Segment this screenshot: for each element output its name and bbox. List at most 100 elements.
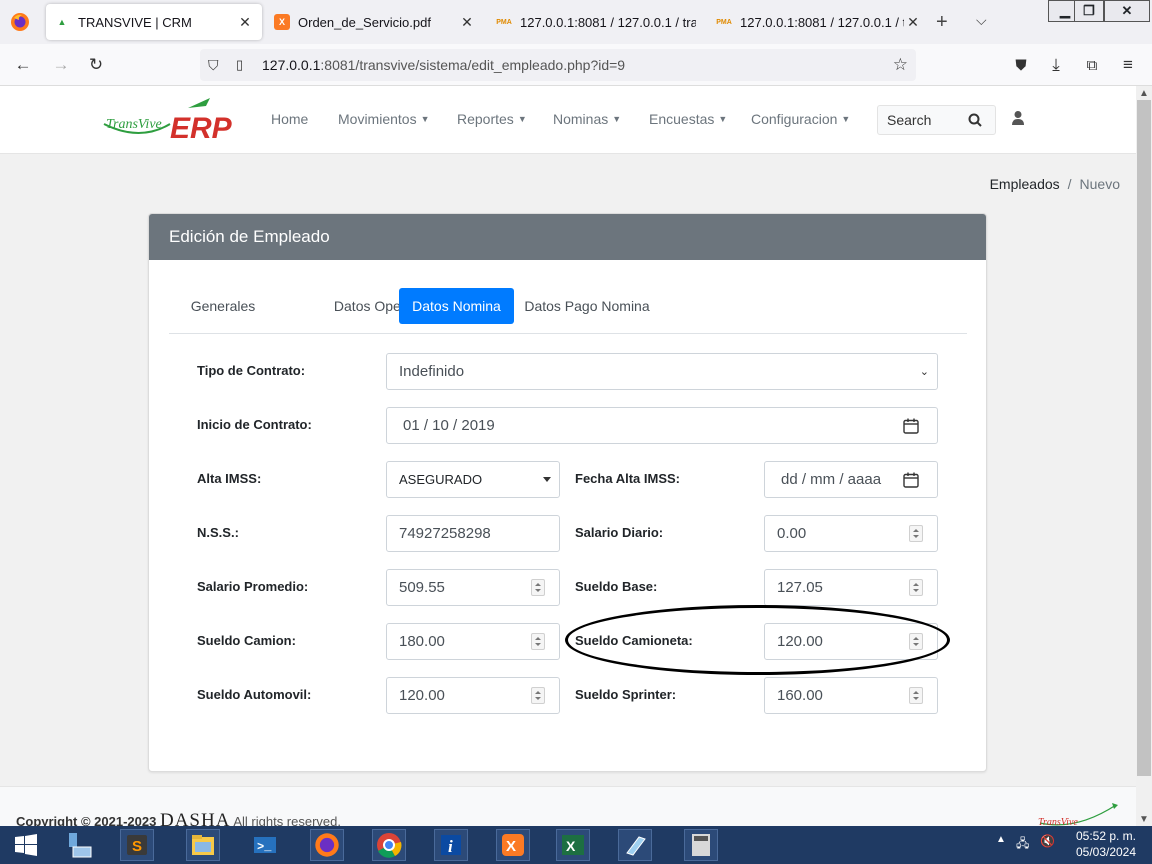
calendar-icon[interactable] — [903, 472, 919, 488]
network-tray-icon[interactable]: 🖧 — [1016, 834, 1029, 855]
network-computer-icon[interactable] — [62, 829, 96, 861]
restore-window-button[interactable]: ❐ — [1074, 0, 1104, 22]
label-inicio-contrato: Inicio de Contrato: — [197, 417, 312, 432]
tab-datos-pago-nomina[interactable]: Datos Pago Nomina — [522, 288, 652, 324]
footer-copyright: Copyright © 2021-2023 DASHA All rights r… — [16, 810, 341, 826]
dasha-brand-logo: DASHA — [159, 810, 231, 826]
menu-home[interactable]: Home — [271, 111, 308, 127]
sublime-text-icon[interactable]: S — [120, 829, 154, 861]
user-icon[interactable] — [1011, 110, 1025, 126]
tipo-contrato-select[interactable]: Indefinido ⌄ — [386, 353, 938, 390]
tab-generales[interactable]: Generales — [169, 288, 277, 324]
page-scrollbar[interactable]: ▲ ▼ — [1136, 86, 1152, 826]
search-icon[interactable] — [964, 113, 986, 127]
fecha-alta-imss-date-input[interactable]: dd / mm / aaaa — [764, 461, 938, 498]
menu-encuestas[interactable]: Encuestas ▼ — [649, 111, 727, 127]
tab-datos-nomina[interactable]: Datos Nomina — [399, 288, 514, 324]
firefox-menu-icon[interactable] — [8, 10, 32, 34]
close-tab-icon[interactable]: ✕ — [458, 14, 476, 31]
menu-movimientos[interactable]: Movimientos ▼ — [338, 111, 430, 127]
browser-tab-phpmyadmin-2[interactable]: PMA 127.0.0.1:8081 / 127.0.0.1 / tran ✕ — [708, 4, 930, 40]
firefox-taskbar-icon[interactable] — [310, 829, 344, 861]
clock-date: 05/03/2024 — [1075, 845, 1137, 859]
label-salario-promedio: Salario Promedio: — [197, 579, 309, 594]
menu-reportes[interactable]: Reportes ▼ — [457, 111, 527, 127]
browser-tab-pdf[interactable]: X Orden_de_Servicio.pdf ✕ — [266, 4, 484, 40]
menu-configuracion[interactable]: Configuracion ▼ — [751, 111, 850, 127]
clock-time: 05:52 p. m. — [1075, 829, 1137, 843]
powershell-icon[interactable]: >_ — [248, 829, 282, 861]
number-spinner-icon[interactable] — [909, 687, 923, 704]
number-spinner-icon[interactable] — [909, 525, 923, 542]
browser-tab-transvive[interactable]: ▲ TRANSVIVE | CRM ✕ — [46, 4, 262, 40]
forward-arrow-icon[interactable]: → — [50, 54, 72, 76]
info-app-icon[interactable]: i — [434, 829, 468, 861]
close-tab-icon[interactable]: ✕ — [904, 14, 922, 31]
search-input[interactable] — [878, 112, 964, 128]
list-tabs-chevron-icon[interactable]: ⌵ — [976, 12, 987, 29]
shield-icon[interactable]: ⛉ — [208, 57, 226, 74]
windows-start-icon[interactable] — [6, 829, 46, 861]
breadcrumb-current: Nuevo — [1079, 176, 1120, 192]
system-clock[interactable]: 05:52 p. m. 05/03/2024 — [1066, 828, 1146, 860]
back-arrow-icon[interactable]: ← — [12, 54, 34, 76]
browser-tab-phpmyadmin-1[interactable]: PMA 127.0.0.1:8081 / 127.0.0.1 / tran — [488, 4, 704, 40]
new-tab-icon[interactable]: + — [936, 11, 948, 34]
tab-label: Generales — [190, 298, 256, 314]
chrome-icon[interactable] — [372, 829, 406, 861]
sueldo-sprinter-value: 160.00 — [777, 687, 823, 704]
address-bar[interactable]: ⛉ ▯ 127.0.0.1:8081/transvive/sistema/edi… — [200, 49, 916, 81]
label-tipo-contrato: Tipo de Contrato: — [197, 363, 306, 378]
browser-tab-title: Orden_de_Servicio.pdf — [298, 14, 431, 30]
extensions-icon[interactable]: ⧉ — [1081, 54, 1103, 76]
salario-promedio-input[interactable]: 509.55 — [386, 569, 560, 606]
excel-icon[interactable]: X — [556, 829, 590, 861]
calculator-icon[interactable] — [684, 829, 718, 861]
alta-imss-select[interactable]: ASEGURADO — [386, 461, 560, 498]
svg-text:S: S — [132, 838, 142, 855]
sueldo-sprinter-input[interactable]: 160.00 — [764, 677, 938, 714]
file-explorer-icon[interactable] — [186, 829, 220, 861]
number-spinner-icon[interactable] — [531, 633, 545, 650]
bookmark-star-icon[interactable]: ☆ — [893, 55, 908, 75]
url-text[interactable]: 127.0.0.1:8081/transvive/sistema/edit_em… — [262, 57, 625, 73]
xampp-icon[interactable]: X — [496, 829, 530, 861]
scroll-up-arrow-icon[interactable]: ▲ — [1136, 86, 1152, 100]
scrollbar-thumb[interactable] — [1137, 100, 1151, 776]
inicio-contrato-date-input[interactable]: 01 / 10 / 2019 — [386, 407, 938, 444]
label-sueldo-base: Sueldo Base: — [575, 579, 658, 594]
menu-label: Nominas — [553, 111, 609, 127]
sueldo-camion-input[interactable]: 180.00 — [386, 623, 560, 660]
notepad-icon[interactable] — [618, 829, 652, 861]
browser-tab-title: 127.0.0.1:8081 / 127.0.0.1 / tran — [520, 14, 696, 30]
menu-nominas[interactable]: Nominas ▼ — [553, 111, 621, 127]
breadcrumb-separator: / — [1067, 176, 1072, 192]
phpmyadmin-favicon-icon: PMA — [716, 18, 732, 26]
number-spinner-icon[interactable] — [531, 687, 545, 704]
hamburger-menu-icon[interactable]: ≡ — [1117, 54, 1139, 76]
close-window-button[interactable]: ✕ — [1104, 0, 1150, 22]
calendar-icon[interactable] — [903, 418, 919, 434]
salario-diario-input[interactable]: 0.00 — [764, 515, 938, 552]
salario-diario-value: 0.00 — [777, 525, 807, 542]
footer-logo-text: TransVive — [1038, 817, 1078, 826]
tab-label: Datos Pago Nomina — [524, 298, 650, 314]
close-tab-icon[interactable]: ✕ — [236, 14, 254, 31]
breadcrumb: Empleados / Nuevo — [990, 176, 1120, 192]
breadcrumb-link-empleados[interactable]: Empleados — [990, 176, 1060, 192]
sueldo-base-input[interactable]: 127.05 — [764, 569, 938, 606]
number-spinner-icon[interactable] — [909, 579, 923, 596]
transvive-erp-logo[interactable]: TransVive ERP — [100, 94, 250, 146]
nss-input[interactable]: 74927258298 — [386, 515, 560, 552]
page-info-icon[interactable]: ▯ — [236, 57, 250, 73]
label-sueldo-sprinter: Sueldo Sprinter: — [575, 687, 677, 702]
reload-icon[interactable]: ↻ — [85, 54, 107, 76]
show-hidden-icons-icon[interactable]: ▲ — [996, 834, 1006, 845]
volume-muted-icon[interactable]: 🔇 — [1040, 834, 1055, 848]
number-spinner-icon[interactable] — [531, 579, 545, 596]
caret-down-icon: ▼ — [841, 114, 851, 124]
sueldo-automovil-input[interactable]: 120.00 — [386, 677, 560, 714]
scroll-down-arrow-icon[interactable]: ▼ — [1136, 812, 1152, 826]
pocket-icon[interactable]: ⛊ — [1010, 54, 1032, 76]
downloads-icon[interactable]: ⤓ — [1045, 54, 1067, 76]
